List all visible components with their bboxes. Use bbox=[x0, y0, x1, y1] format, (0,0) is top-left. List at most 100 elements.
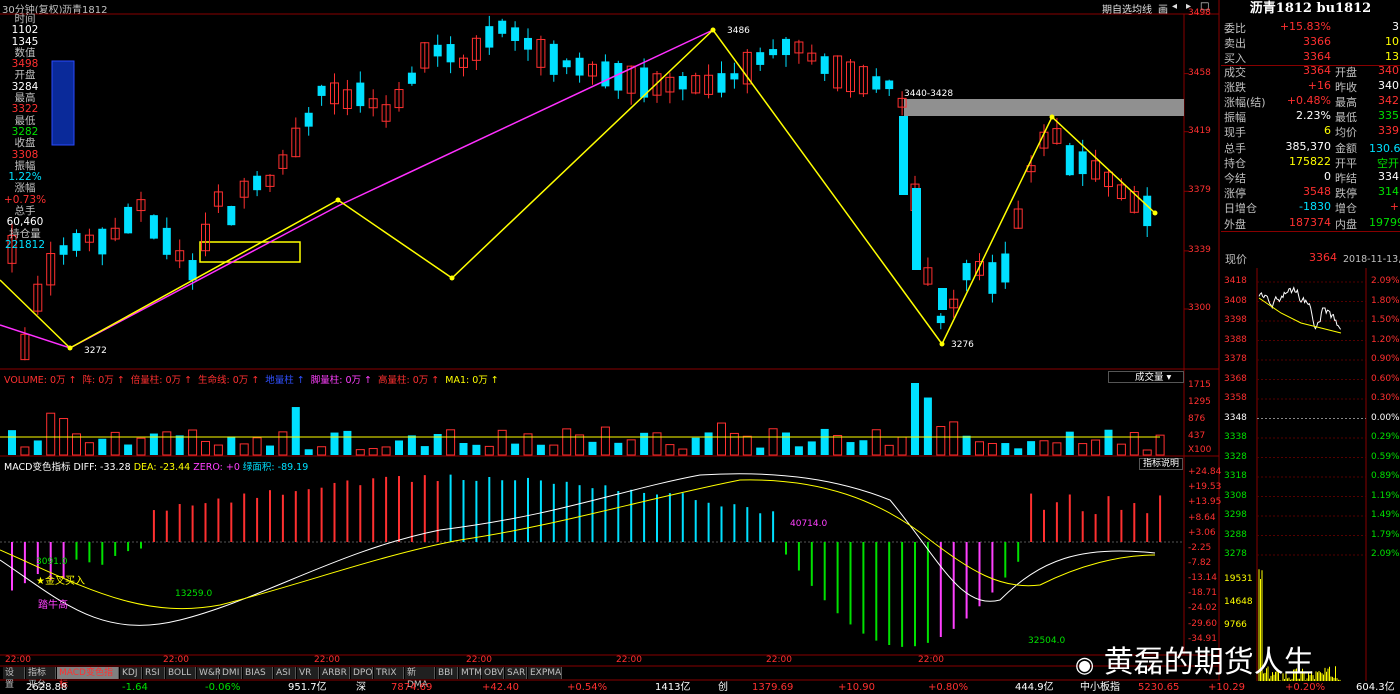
tab-指标平台[interactable]: 指标平台 bbox=[26, 667, 56, 690]
volume-bar bbox=[794, 446, 803, 455]
candle-body bbox=[304, 112, 313, 127]
weibo-logo-icon: ◉ bbox=[1075, 653, 1095, 678]
candle-body bbox=[253, 175, 262, 191]
volume-bar bbox=[962, 435, 971, 455]
gap-annotation: 3440-3428 bbox=[904, 89, 954, 99]
volume-bar bbox=[562, 428, 572, 456]
volume-dropdown[interactable]: 成交量 ▾ bbox=[1108, 371, 1184, 383]
status-item: +0.20% bbox=[1285, 682, 1326, 693]
volume-bar bbox=[678, 448, 688, 456]
mini-price-label: 3358 bbox=[1224, 393, 1247, 403]
time-axis-label: 22:00 bbox=[616, 655, 642, 665]
quote-label: 最低 bbox=[1335, 111, 1357, 125]
tab-bbi[interactable]: BBI bbox=[436, 667, 458, 679]
zigzag-node bbox=[1152, 210, 1158, 216]
volume-bar bbox=[691, 437, 700, 455]
volume-bar bbox=[98, 438, 107, 455]
quote-row: 涨跌 +16 昨收 340 bbox=[1221, 79, 1400, 94]
macd-axis-label: -2.25 bbox=[1188, 543, 1212, 553]
quote-row: 涨停 3548 跌停 314 bbox=[1221, 185, 1400, 200]
tab-macd变色指标[interactable]: MACD变色指标 bbox=[57, 667, 119, 690]
status-item: +0.54% bbox=[567, 682, 608, 693]
tab-obv[interactable]: OBV bbox=[482, 667, 504, 679]
volume-bar bbox=[575, 434, 585, 456]
volume-bar bbox=[717, 422, 726, 456]
tab-w&r[interactable]: W&R bbox=[197, 667, 221, 679]
volume-bar bbox=[395, 440, 403, 455]
mini-price-label: 3398 bbox=[1224, 315, 1247, 325]
indicator-help-button[interactable]: 指标说明 bbox=[1139, 458, 1183, 470]
quote-row: 卖出 3366 10 bbox=[1221, 35, 1400, 50]
volume-bar bbox=[8, 430, 16, 455]
volume-bar bbox=[304, 449, 313, 455]
quote-row: 外盘 187374 内盘 19799 bbox=[1221, 216, 1400, 231]
quote-row: 现手 6 均价 339 bbox=[1221, 124, 1400, 139]
quote-date: 2018-11-13,二 bbox=[1343, 254, 1400, 265]
mini-pct-label: 0.89% bbox=[1371, 471, 1400, 481]
tab-vr[interactable]: VR bbox=[297, 667, 319, 679]
zigzag-node bbox=[710, 27, 716, 33]
tab-bias[interactable]: BIAS bbox=[243, 667, 273, 679]
volume-bar bbox=[472, 444, 481, 455]
quote-label: 卖出 bbox=[1224, 37, 1246, 51]
tab-trix[interactable]: TRIX bbox=[374, 667, 404, 679]
quote-value: 339 bbox=[1378, 124, 1399, 138]
status-item: 5230.65 bbox=[1138, 682, 1180, 693]
price-axis-label: 3379 bbox=[1188, 185, 1211, 196]
volume-bar bbox=[1039, 440, 1049, 456]
mini-pct-label: 0.60% bbox=[1371, 373, 1400, 384]
volume-bar bbox=[1104, 429, 1113, 455]
volume-bar bbox=[1116, 443, 1126, 456]
mini-pct-label: 1.19% bbox=[1371, 490, 1400, 501]
quote-label: 日增仓 bbox=[1224, 202, 1257, 216]
tab-rsi[interactable]: RSI bbox=[143, 667, 165, 679]
tab-expma[interactable]: EXPMA bbox=[528, 667, 562, 679]
candle-body bbox=[601, 61, 610, 87]
volume-bar bbox=[84, 442, 94, 456]
volume-bar bbox=[820, 428, 829, 455]
golden-cross-label: 金叉买入 bbox=[44, 576, 85, 587]
candle-body bbox=[407, 72, 416, 84]
tab-arbr[interactable]: ARBR bbox=[320, 667, 350, 679]
quote-value: 0 bbox=[1324, 170, 1331, 183]
volume-bar bbox=[227, 436, 236, 455]
volume-bar bbox=[652, 432, 662, 456]
time-axis-label: 22:00 bbox=[5, 655, 31, 665]
volume-bar bbox=[742, 435, 752, 456]
tab-sar[interactable]: SAR bbox=[505, 667, 527, 679]
candle-body bbox=[562, 60, 571, 68]
tab-dmi[interactable]: DMI bbox=[220, 667, 242, 679]
macd-area: 绿面积: -89.19 bbox=[242, 462, 309, 473]
quote-label: 增仓 bbox=[1335, 202, 1357, 216]
mini-pct-label: 2.09% bbox=[1371, 276, 1400, 286]
tab-dpo[interactable]: DPO bbox=[351, 667, 373, 679]
low-left-annotation: 3272 bbox=[84, 346, 107, 356]
status-item: +42.40 bbox=[482, 682, 520, 693]
mini-price-label: 3378 bbox=[1224, 354, 1247, 364]
volume-bar bbox=[124, 444, 133, 455]
trading-terminal: { "header": { "period": "30分钟(复权)", "sym… bbox=[0, 0, 1400, 694]
macd-axis-label: -24.02 bbox=[1188, 603, 1218, 613]
tab-boll[interactable]: BOLL bbox=[166, 667, 196, 679]
info-value: 221812 bbox=[4, 238, 46, 251]
quote-value: 19799 bbox=[1369, 215, 1400, 229]
tab-mtm[interactable]: MTM bbox=[459, 667, 482, 679]
gap-zone bbox=[904, 99, 1184, 116]
candle-body bbox=[756, 52, 765, 65]
tab-设置[interactable]: 设置 bbox=[3, 667, 25, 690]
candle-body bbox=[769, 49, 778, 56]
candle-body bbox=[356, 82, 365, 107]
mini-pct-label: 1.49% bbox=[1371, 510, 1400, 520]
status-item: 2628.88 bbox=[26, 682, 68, 693]
volume-legend-item: 生命线: 0万 ↑ bbox=[198, 375, 260, 386]
volume-bar bbox=[833, 434, 843, 456]
tab-新dma[interactable]: 新DMA bbox=[405, 667, 435, 690]
macd-axis-label: +8.64 bbox=[1188, 513, 1216, 523]
mini-price-label: 3418 bbox=[1224, 276, 1247, 286]
mini-price-label: 3388 bbox=[1224, 334, 1247, 345]
now-price-row: 现价 3364 2018-11-13,二 bbox=[1221, 251, 1400, 266]
quote-value: 3 bbox=[1392, 20, 1399, 33]
candle-body bbox=[885, 80, 894, 90]
tab-asi[interactable]: ASI bbox=[274, 667, 296, 679]
tab-kdj[interactable]: KDJ bbox=[120, 667, 142, 679]
